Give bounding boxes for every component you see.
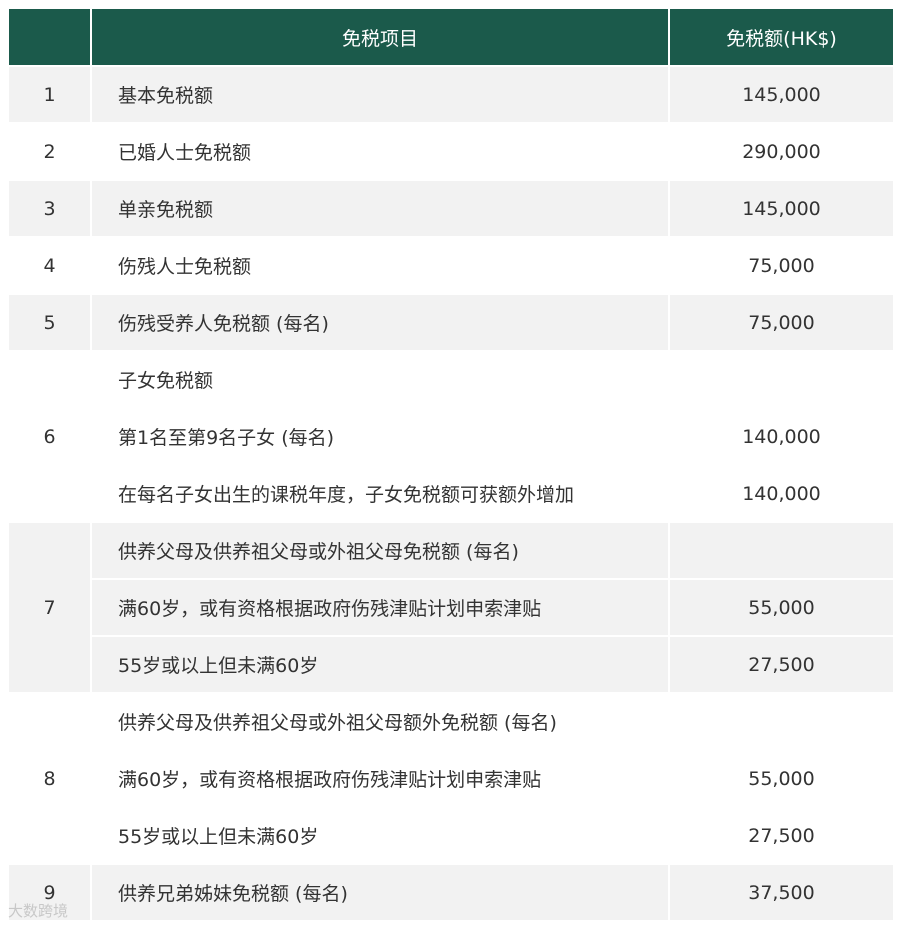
table-subrow: 55岁或以上但未满60岁 27,500 [8,806,895,865]
row-item: 满60岁，或有资格根据政府伤残津贴计划申索津贴 [90,749,670,808]
row-amount: 75,000 [668,293,895,352]
row-item: 在每名子女出生的课税年度，子女免税额可获额外增加 [90,464,670,523]
allowance-table: 免税项目 免税额(HK$) 1 基本免税额 145,000 2 已婚人士免税额 … [7,7,895,922]
watermark: 大数跨境 [8,902,69,920]
row-amount: 27,500 [668,635,895,694]
row-item: 供养兄弟姊妹免税额 (每名) [90,863,670,922]
table-row: 7 供养父母及供养祖父母或外祖父母免税额 (每名) [7,521,895,694]
header-amount: 免税额(HK$) [668,7,895,67]
row-amount-empty [668,350,895,409]
row-amount: 140,000 [668,464,895,523]
table-row: 1 基本免税额 145,000 [7,65,895,124]
row-amount-empty [668,692,895,751]
table-row: 3 单亲免税额 145,000 [7,179,895,238]
row-amount: 145,000 [668,65,895,124]
row-number: 7 [7,521,92,694]
table-subrow: 第1名至第9名子女 (每名) 140,000 [8,407,895,466]
row-amount: 140,000 [668,407,895,466]
row-item: 满60岁，或有资格根据政府伤残津贴计划申索津贴 [90,578,670,637]
row-group-title: 供养父母及供养祖父母或外祖父母免税额 (每名) [90,521,670,580]
header-corner [7,7,92,67]
row-item: 已婚人士免税额 [90,122,670,181]
table-subrow: 满60岁，或有资格根据政府伤残津贴计划申索津贴 55,000 [8,749,895,808]
row-number: 8 [7,692,92,865]
row-amount: 27,500 [668,806,895,865]
row-amount: 55,000 [668,578,895,637]
row-amount: 290,000 [668,122,895,181]
table-row: 4 伤残人士免税额 75,000 [7,236,895,295]
row-group-title: 供养父母及供养祖父母或外祖父母额外免税额 (每名) [90,692,670,751]
row-number: 3 [7,179,92,238]
table-header-row: 免税项目 免税额(HK$) [7,7,895,67]
row-amount: 75,000 [668,236,895,295]
table-row: 2 已婚人士免税额 290,000 [7,122,895,181]
table-subrow: 在每名子女出生的课税年度，子女免税额可获额外增加 140,000 [8,464,895,523]
row-group-title: 子女免税额 [90,350,670,409]
table-subrow: 55岁或以上但未满60岁 27,500 [8,635,895,694]
row-item: 伤残受养人免税额 (每名) [90,293,670,352]
row-number: 5 [7,293,92,352]
row-item: 55岁或以上但未满60岁 [90,806,670,865]
table-row: 6 子女免税额 [7,350,895,523]
row-item: 伤残人士免税额 [90,236,670,295]
row-number: 2 [7,122,92,181]
table-row: 8 供养父母及供养祖父母或外祖父母额外免税额 (每名) [7,692,895,865]
table-subrow: 满60岁，或有资格根据政府伤残津贴计划申索津贴 55,000 [8,578,895,637]
row-item: 单亲免税额 [90,179,670,238]
table-row: 5 伤残受养人免税额 (每名) 75,000 [7,293,895,352]
row-item: 第1名至第9名子女 (每名) [90,407,670,466]
row-amount-empty [668,521,895,580]
row-item: 基本免税额 [90,65,670,124]
row-amount: 145,000 [668,179,895,238]
row-amount: 37,500 [668,863,895,922]
row-item: 55岁或以上但未满60岁 [90,635,670,694]
row-amount: 55,000 [668,749,895,808]
header-item: 免税项目 [90,7,670,67]
row-number: 4 [7,236,92,295]
row-number: 1 [7,65,92,124]
table-row: 9 供养兄弟姊妹免税额 (每名) 37,500 [7,863,895,922]
row-number: 6 [7,350,92,523]
